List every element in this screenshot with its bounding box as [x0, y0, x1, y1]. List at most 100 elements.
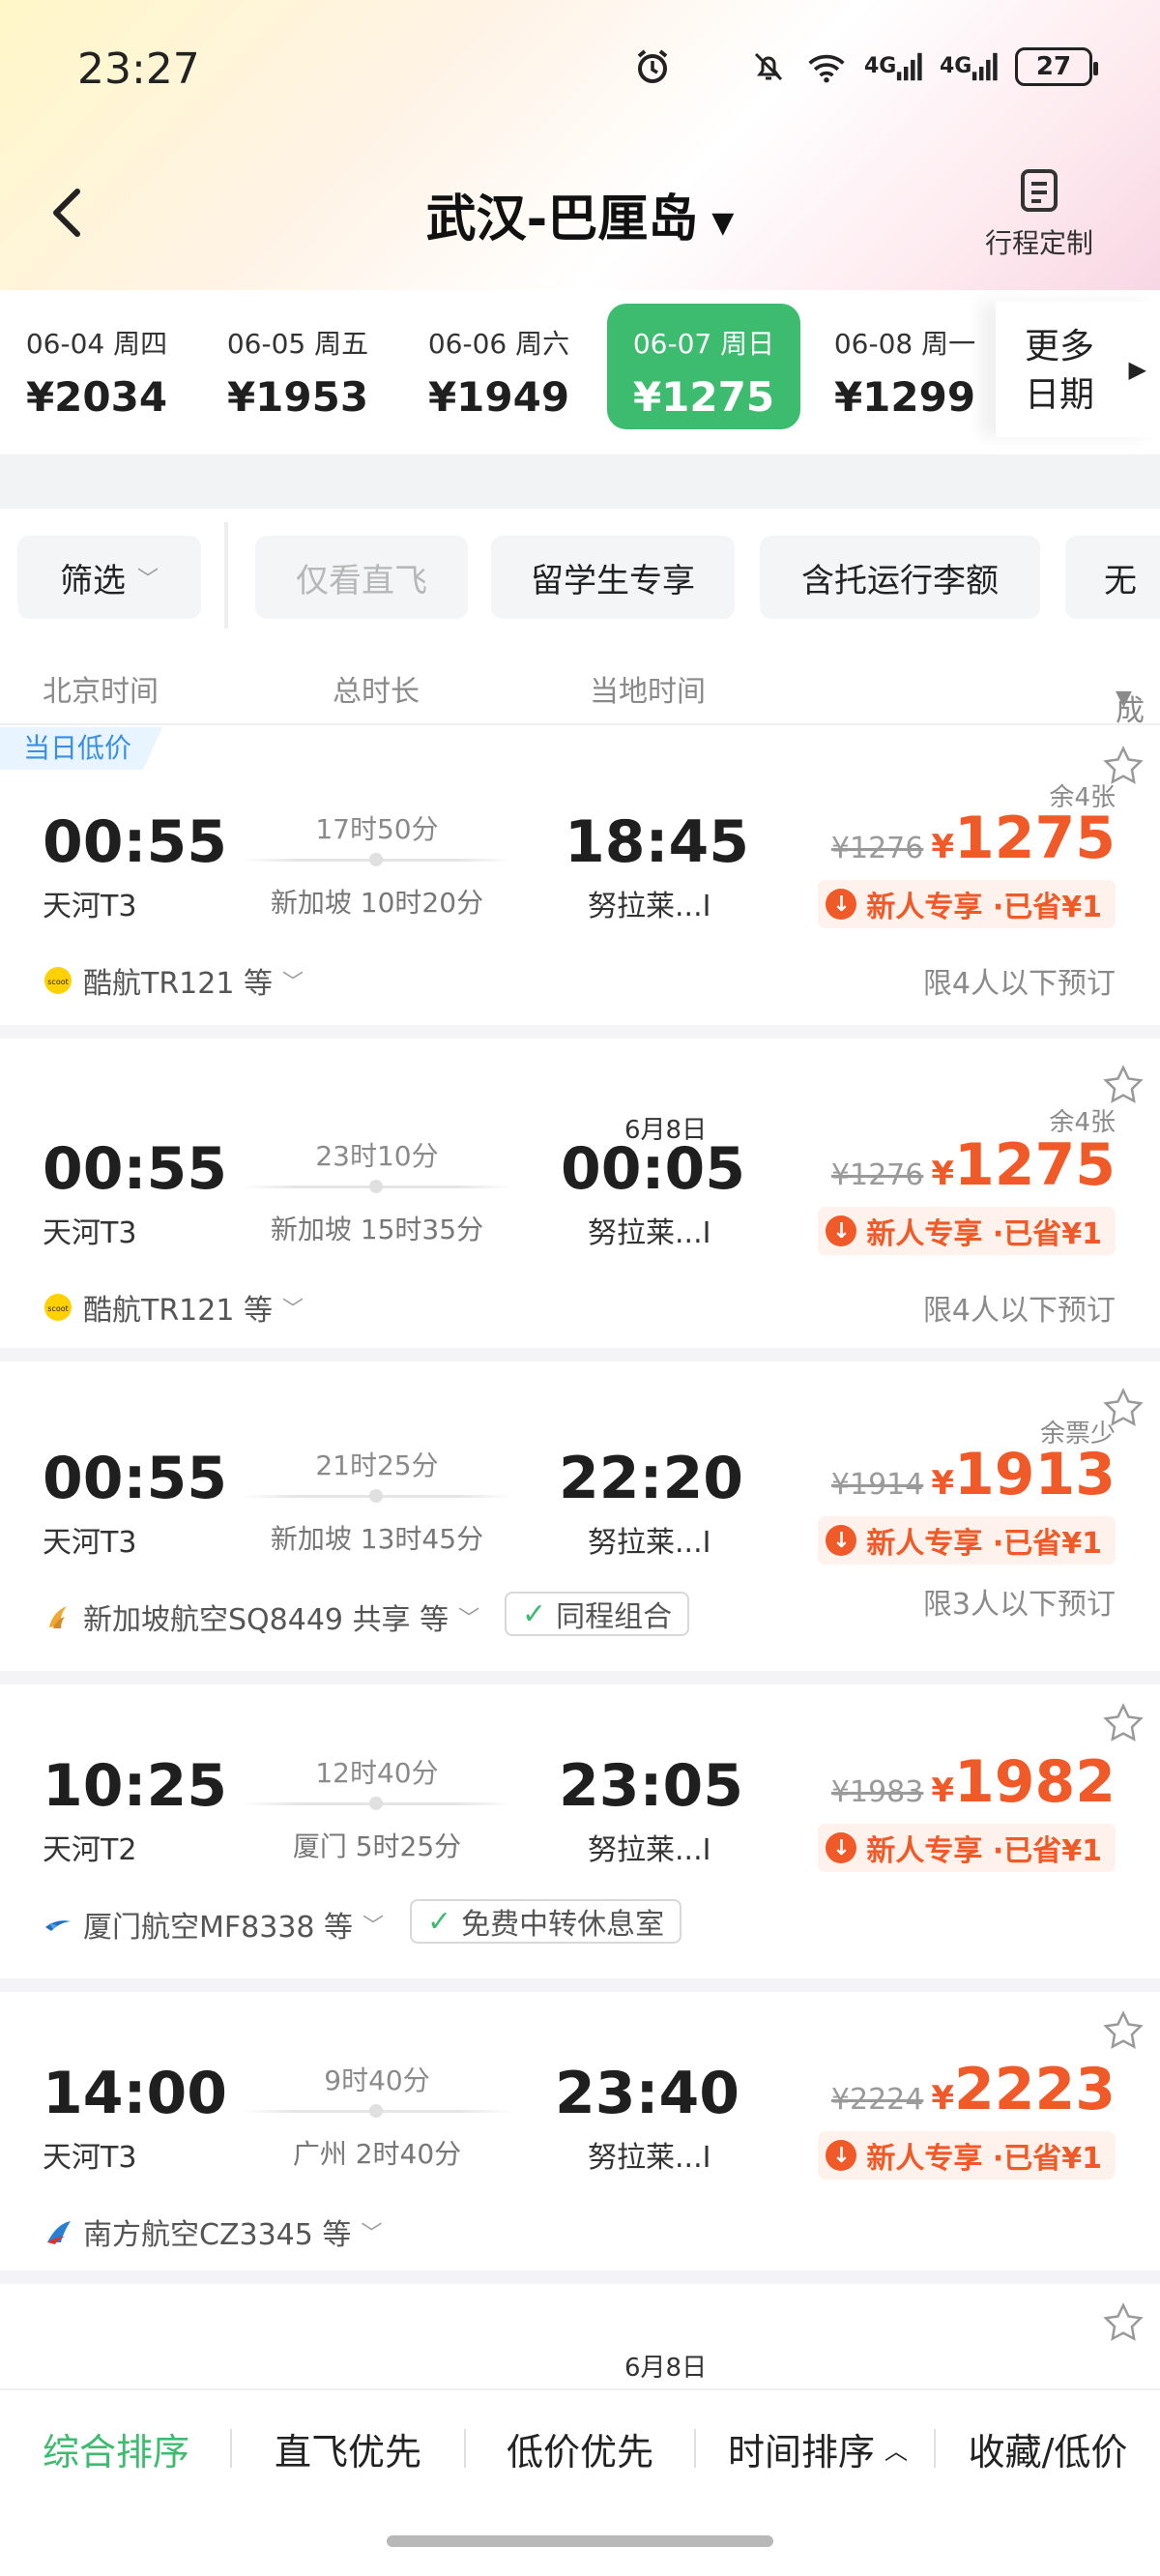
flight-card[interactable]: 10:25 天河T2 12时40分 厦门 5时25分 23:05 努拉莱...I…: [0, 1684, 1160, 1992]
arrival-terminal: 努拉莱...I: [588, 2141, 711, 2175]
date-price: ¥1949: [427, 373, 570, 421]
scoot-logo-icon: scoot: [43, 1292, 73, 1323]
date-price: ¥1275: [632, 373, 775, 421]
date-item[interactable]: 06-05 周五 ¥1953: [201, 304, 394, 429]
star-icon[interactable]: [1102, 1702, 1145, 1744]
scoot-logo-icon: scoot: [43, 965, 73, 996]
flight-duration: 17时50分: [315, 813, 439, 845]
sort-favorites-tab[interactable]: 收藏/低价: [951, 2390, 1145, 2506]
filter-row: 筛选 ﹀ 仅看直飞 留学生专享 含托运行李额 无: [0, 522, 1160, 629]
route-line: [242, 853, 512, 866]
combo-tag: ✓ 同程组合: [505, 1592, 690, 1636]
arrival-terminal: 努拉莱...I: [588, 1216, 711, 1250]
promo-tag: ↓ 新人专享 ·已省¥1: [818, 1516, 1116, 1565]
currency-symbol: ¥: [931, 1464, 954, 1503]
booking-limit: 限3人以下预订: [922, 1588, 1116, 1622]
svg-text:scoot: scoot: [47, 978, 69, 986]
booking-limit: 限4人以下预订: [922, 1294, 1116, 1328]
airline-name: 酷航TR121 等: [83, 967, 273, 1001]
caret-down-icon: ▼: [711, 205, 735, 240]
filter-button[interactable]: 筛选 ﹀: [17, 536, 201, 619]
singapore-airlines-logo-icon: [43, 1601, 73, 1632]
star-icon[interactable]: [1102, 1064, 1145, 1106]
airline-info[interactable]: scoot 酷航TR121 等 ﹀: [43, 959, 304, 1002]
caret-down-icon: ▼: [1116, 687, 1132, 711]
arrow-down-icon: ↓: [826, 1832, 857, 1863]
tag-text: 免费中转休息室: [461, 1908, 665, 1942]
signal-icon-2: 4G: [940, 46, 998, 87]
student-chip[interactable]: 留学生专享: [491, 536, 735, 619]
airline-info[interactable]: scoot 酷航TR121 等 ﹀: [43, 1286, 304, 1329]
flight-card[interactable]: 14:00 天河T3 9时40分 广州 2时40分 23:40 努拉莱...I …: [0, 1992, 1160, 2284]
date-label: 06-04 周四: [25, 328, 168, 360]
sort-direct-tab[interactable]: 直飞优先: [251, 2390, 445, 2506]
custom-trip-button[interactable]: 行程定制: [962, 166, 1116, 261]
home-indicator[interactable]: [387, 2535, 773, 2547]
more-dates-button[interactable]: 更多 日期 ▶: [996, 302, 1160, 437]
baggage-chip[interactable]: 含托运行李额: [760, 536, 1040, 619]
arrival-terminal: 努拉莱...I: [588, 1833, 711, 1867]
current-price: 1982: [954, 1748, 1116, 1816]
booking-limit: 限4人以下预订: [922, 967, 1116, 1001]
date-price: ¥2034: [25, 373, 168, 421]
arrow-down-icon: ↓: [826, 1525, 857, 1556]
arrival-time: 23:05: [559, 1752, 743, 1820]
custom-trip-label: 行程定制: [984, 227, 1093, 259]
date-item[interactable]: 06-04 周四 ¥2034: [0, 304, 193, 429]
airline-info[interactable]: 新加坡航空SQ8449 共享 等 ﹀: [43, 1595, 479, 1638]
departure-terminal: 天河T3: [43, 1526, 137, 1560]
departure-terminal: 天河T3: [43, 890, 137, 923]
current-price: 2223: [954, 2056, 1116, 2123]
date-label: 06-05 周五: [226, 328, 369, 360]
airline-name: 新加坡航空SQ8449 共享 等: [83, 1603, 450, 1637]
promo-text: 新人专享 ·已省¥1: [866, 1217, 1102, 1251]
more-dates-label-line1: 更多: [1025, 327, 1095, 366]
local-time-header: 当地时间: [590, 675, 706, 709]
direct-only-chip[interactable]: 仅看直飞: [255, 536, 468, 619]
date-item[interactable]: 06-06 周六 ¥1949: [402, 304, 595, 429]
currency-symbol: ¥: [931, 2079, 954, 2118]
price-row: ¥1983 ¥ 1982: [831, 1748, 1116, 1816]
promo-tag: ↓ 新人专享 ·已省¥1: [818, 1824, 1116, 1872]
arrow-down-icon: ↓: [826, 2140, 857, 2171]
date-strip: 06-04 周四 ¥2034 06-05 周五 ¥1953 06-06 周六 ¥…: [0, 292, 1160, 447]
promo-text: 新人专享 ·已省¥1: [866, 891, 1102, 924]
airline-info[interactable]: 厦门航空MF8338 等 ﹀: [43, 1903, 384, 1946]
alarm-icon: [632, 46, 673, 87]
chevron-down-icon: ﹀: [281, 971, 304, 995]
promo-text: 新人专享 ·已省¥1: [866, 1834, 1102, 1868]
price-row: ¥1276 ¥ 1275: [831, 805, 1116, 872]
currency-symbol: ¥: [931, 1155, 954, 1193]
departure-terminal: 天河T3: [43, 1216, 137, 1250]
date-item[interactable]: 06-08 周一 ¥1299: [808, 304, 1001, 429]
sort-divider: [464, 2429, 466, 2468]
flight-card[interactable]: 6月8日 00:55 天河T3 23时10分 新加坡 15时35分 00:05 …: [0, 1039, 1160, 1361]
star-icon[interactable]: [1102, 2301, 1145, 2344]
sort-overall-tab[interactable]: 综合排序: [19, 2390, 213, 2506]
promo-tag: ↓ 新人专享 ·已省¥1: [818, 1207, 1116, 1255]
flight-card[interactable]: 当日低价 00:55 天河T3 17时50分 新加坡 10时20分 18:45 …: [0, 727, 1160, 1039]
stopover-info: 新加坡 10时20分: [270, 887, 484, 919]
sort-time-tab[interactable]: 时间排序 ︿: [711, 2390, 924, 2506]
date-item-selected[interactable]: 06-07 周日 ¥1275: [607, 304, 800, 429]
departure-terminal: 天河T3: [43, 2141, 137, 2175]
flight-list: 当日低价 00:55 天河T3 17时50分 新加坡 10时20分 18:45 …: [0, 727, 1160, 2477]
more-filter-chip[interactable]: 无: [1065, 536, 1160, 619]
promo-text: 新人专享 ·已省¥1: [866, 1527, 1102, 1561]
price-row: ¥1276 ¥ 1275: [831, 1131, 1116, 1199]
price-row: ¥1914 ¥ 1913: [831, 1441, 1116, 1508]
star-icon[interactable]: [1102, 2009, 1145, 2052]
sort-low-price-tab[interactable]: 低价优先: [483, 2390, 677, 2506]
wifi-icon: [806, 46, 847, 87]
arrival-terminal: 努拉莱...I: [588, 890, 711, 923]
more-dates-label: 更多 日期: [1025, 323, 1094, 420]
promo-text: 新人专享 ·已省¥1: [866, 2142, 1102, 2176]
next-day-label: 6月8日: [624, 2354, 708, 2383]
sort-bar: 综合排序 直飞优先 低价优先 时间排序 ︿ 收藏/低价: [0, 2388, 1160, 2504]
signal-icon-1: 4G: [864, 46, 922, 87]
airline-info[interactable]: 南方航空CZ3345 等 ﹀: [43, 2210, 382, 2253]
flight-card[interactable]: 00:55 天河T3 21时25分 新加坡 13时45分 22:20 努拉莱..…: [0, 1361, 1160, 1684]
triangle-right-icon: ▶: [1128, 356, 1146, 383]
route-title-text: 武汉-巴厘岛: [425, 190, 699, 249]
current-price: 1275: [954, 805, 1116, 872]
